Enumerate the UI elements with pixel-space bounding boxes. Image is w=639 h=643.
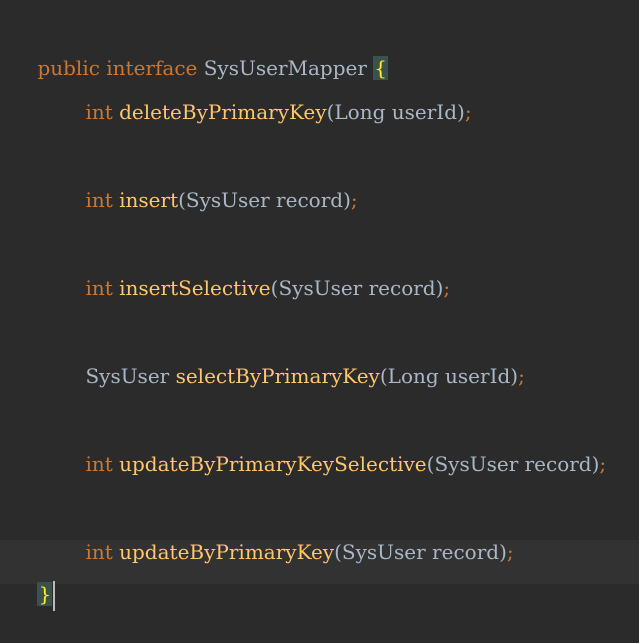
paren-close: ) xyxy=(510,364,519,388)
method-name: insertSelective xyxy=(119,276,271,300)
method-params: SysUser record xyxy=(434,452,592,476)
editor-bottom-strip xyxy=(0,584,639,590)
code-line-insert[interactable]: int insert(SysUser record); xyxy=(60,152,357,212)
code-line-update-by-primary-key[interactable]: int updateByPrimaryKey(SysUser record); xyxy=(60,504,513,564)
method-name: insert xyxy=(119,188,179,212)
code-editor[interactable]: public interface SysUserMapper { int del… xyxy=(0,0,639,611)
return-type: int xyxy=(85,452,113,476)
paren-open: ( xyxy=(334,540,342,564)
paren-close: ) xyxy=(457,100,465,124)
code-line-update-by-primary-key-selective[interactable]: int updateByPrimaryKeySelective(SysUser … xyxy=(60,416,606,476)
code-line-select-by-primary-key[interactable]: SysUser selectByPrimaryKey(Long userId); xyxy=(60,328,524,388)
semicolon: ; xyxy=(350,188,358,212)
code-line-delete-by-primary-key[interactable]: int deleteByPrimaryKey(Long userId); xyxy=(60,64,471,124)
paren-open: ( xyxy=(379,364,388,388)
method-params: SysUser record xyxy=(185,188,344,212)
code-line-insert-selective[interactable]: int insertSelective(SysUser record); xyxy=(60,240,450,300)
semicolon: ; xyxy=(599,452,607,476)
semicolon: ; xyxy=(443,276,451,300)
text-caret xyxy=(53,580,56,611)
return-type: int xyxy=(85,540,113,564)
paren-open: ( xyxy=(178,188,186,212)
method-name: selectByPrimaryKey xyxy=(175,364,380,388)
semicolon: ; xyxy=(464,100,472,124)
close-brace: } xyxy=(37,582,53,606)
return-type: int xyxy=(85,188,113,212)
semicolon: ; xyxy=(518,364,525,388)
method-name: deleteByPrimaryKey xyxy=(119,100,327,124)
semicolon: ; xyxy=(506,540,514,564)
return-type: int xyxy=(85,276,113,300)
return-type: SysUser xyxy=(85,364,170,388)
method-params: SysUser record xyxy=(278,276,436,300)
method-params: Long userId xyxy=(387,364,511,388)
code-line-close-brace[interactable]: } xyxy=(12,546,56,611)
method-params: Long userId xyxy=(334,100,457,124)
return-type: int xyxy=(85,100,113,124)
code-line-interface-declaration[interactable]: public interface SysUserMapper { xyxy=(12,20,388,80)
method-params: SysUser record xyxy=(341,540,500,564)
method-name: updateByPrimaryKeySelective xyxy=(119,452,427,476)
paren-close: ) xyxy=(343,188,351,212)
method-name: updateByPrimaryKey xyxy=(119,540,335,564)
paren-close: ) xyxy=(499,540,507,564)
